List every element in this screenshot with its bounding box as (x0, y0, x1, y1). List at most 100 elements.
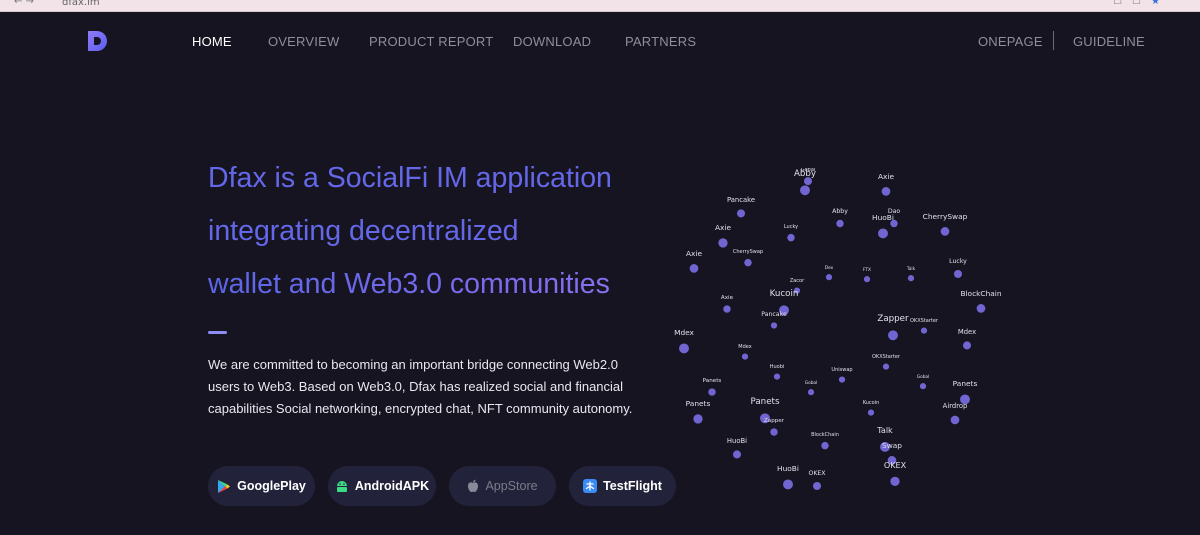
tag-cloud-item[interactable]: Gobal (917, 374, 930, 390)
tag-bubble (907, 275, 915, 282)
tag-label: Zacor (790, 278, 805, 284)
tag-cloud-item[interactable]: CherrySwap (733, 249, 763, 267)
tag-cloud-item[interactable]: Panets (703, 378, 722, 396)
tag-cloud-item[interactable]: Mdex (674, 328, 695, 354)
tag-bubble (723, 305, 731, 313)
browser-toolbar-icons[interactable]: ☐☐★ (1113, 0, 1170, 7)
tag-bubble (741, 353, 749, 360)
tag-bubble (888, 330, 898, 341)
tag-cloud-item[interactable]: Axie (878, 172, 894, 196)
tag-label: Pancake (761, 311, 787, 318)
android-apk-button[interactable]: AndroidAPK (328, 466, 436, 506)
tag-cloud-item[interactable]: Axie (721, 295, 734, 313)
app-store-label: AppStore (485, 479, 538, 493)
tag-label: Lucky (949, 258, 967, 265)
google-play-label: GooglePlay (237, 479, 306, 493)
browser-address-bar: ← → dfax.im ☐☐★ (0, 0, 1200, 12)
nav-download[interactable]: DOWNLOAD (513, 34, 591, 49)
tag-label: Zapper (877, 314, 909, 324)
tag-cloud-item[interactable]: Zapper (877, 314, 909, 341)
community-tag-cloud: GobalAbby AxiePancakeAbby DaoHuoBi CherrySw… (674, 168, 1002, 491)
testflight-button[interactable]: TestFlight (569, 466, 676, 506)
tag-label: Dex (825, 265, 834, 271)
tag-label: FTX (863, 267, 871, 273)
tag-cloud-item[interactable]: Uniswap (831, 367, 853, 383)
tag-cloud-item[interactable]: Lucky (949, 258, 967, 279)
nav-overview[interactable]: OVERVIEW (268, 34, 339, 49)
browser-url[interactable]: dfax.im (62, 0, 100, 8)
app-store-button[interactable]: AppStore (449, 466, 556, 506)
tag-bubble (807, 389, 815, 396)
tag-bubble (679, 343, 689, 354)
nav-partners[interactable]: PARTNERS (625, 34, 696, 49)
android-icon (336, 481, 347, 492)
tag-cloud-item[interactable]: HuoBi (777, 464, 799, 490)
tag-cloud-item[interactable]: OKXStarter (910, 318, 939, 334)
tag-label: Kucoin (770, 289, 799, 299)
tag-cloud-item[interactable]: Abby (832, 208, 848, 228)
tag-cloud-item[interactable]: Gobal (805, 380, 818, 396)
tag-cloud-item[interactable]: Zapper (764, 418, 785, 436)
headline-line-1: Dfax is a SocialFi IM application (208, 162, 612, 194)
tag-bubble (821, 441, 829, 450)
tag-bubble (689, 264, 699, 273)
tag-cloud-item[interactable]: HuoBi (727, 437, 747, 459)
tag-label: HuoBi (777, 464, 799, 473)
tag-bubble (890, 476, 900, 486)
tag-cloud-item[interactable]: Panets (953, 379, 978, 405)
tag-cloud-item[interactable]: Talk (906, 266, 916, 282)
tag-cloud-item[interactable]: Dex (825, 265, 834, 281)
tag-bubble (732, 450, 742, 459)
tag-cloud-item[interactable]: Axie (715, 223, 731, 248)
tag-cloud-item[interactable]: OKXStarter (872, 354, 901, 370)
tag-label: Pancake (727, 196, 755, 204)
tag-label: Kucoin (863, 400, 880, 406)
tag-cloud-item[interactable]: Axie (686, 249, 702, 273)
tag-label: Axie (686, 249, 702, 258)
nav-onepage[interactable]: ONEPAGE (978, 34, 1043, 49)
tag-cloud-item[interactable]: Mdex (738, 344, 752, 360)
nav-product-report[interactable]: PRODUCT REPORT (369, 34, 493, 49)
tag-bubble (708, 388, 716, 396)
tag-bubble (940, 227, 950, 236)
tag-cloud-item[interactable]: HuoBi (872, 213, 894, 239)
tag-label: Axie (878, 172, 894, 181)
google-play-button[interactable]: GooglePlay (208, 466, 315, 506)
tag-cloud-item[interactable]: OKEX (884, 460, 907, 486)
tag-label: Gobal (917, 374, 930, 380)
hero-headline: Dfax is a SocialFi IM application integr… (208, 152, 648, 311)
tag-label: Gobal (805, 380, 818, 386)
tag-cloud-item[interactable]: Huobi (770, 364, 785, 380)
tag-cloud-item[interactable]: Pancake (727, 196, 755, 218)
tag-label: Mdex (958, 328, 976, 336)
tag-cloud-item[interactable]: Panets (686, 399, 711, 424)
tag-cloud-item[interactable]: FTX (863, 267, 871, 283)
tag-cloud-item[interactable]: BlockChain (960, 289, 1002, 313)
tag-bubble (882, 363, 890, 370)
tag-cloud-item[interactable]: Mdex (958, 328, 976, 350)
tag-bubble (919, 383, 927, 390)
tag-bubble (800, 185, 810, 196)
browser-nav-icons[interactable]: ← → (14, 0, 34, 7)
tag-bubble (693, 414, 703, 424)
tag-label: OKEX (884, 460, 907, 470)
tag-bubble (950, 415, 960, 425)
tag-bubble (812, 481, 822, 491)
nav-guideline[interactable]: GUIDELINE (1073, 34, 1145, 49)
dfax-logo-icon[interactable] (86, 29, 110, 53)
tag-cloud-item[interactable]: CherrySwap (923, 212, 968, 236)
bookmark-star-icon[interactable]: ★ (1151, 0, 1170, 7)
tag-cloud-item[interactable]: Airdrop (943, 402, 968, 425)
tag-label: Talk (906, 266, 916, 272)
nav-divider (1053, 31, 1054, 50)
tag-cloud-item[interactable]: BlockChain (811, 432, 839, 450)
tag-bubble (836, 219, 844, 228)
tag-cloud-item[interactable]: Lucky (784, 224, 798, 242)
tag-label: CherrySwap (733, 249, 763, 255)
tag-label: Huobi (770, 364, 785, 370)
tag-cloud-item[interactable]: OKEX (808, 470, 826, 491)
tag-cloud-item[interactable]: Pancake (761, 311, 787, 329)
nav-home[interactable]: HOME (192, 34, 232, 49)
tag-label: Axie (721, 295, 734, 301)
tag-cloud-item[interactable]: Kucoin (863, 400, 880, 416)
